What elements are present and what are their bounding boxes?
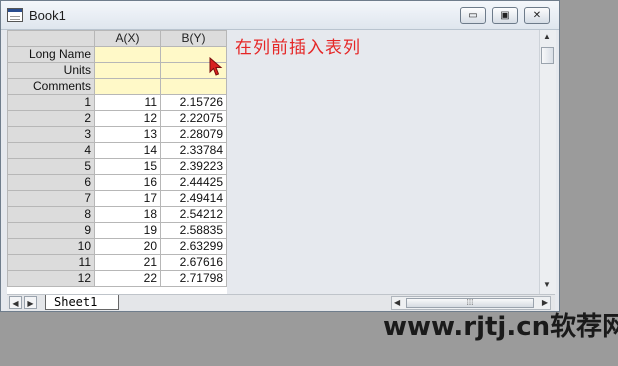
cell-b[interactable]: 2.44425 <box>160 174 227 191</box>
cell-b[interactable]: 2.49414 <box>160 190 227 207</box>
cell-a[interactable]: 19 <box>94 222 161 239</box>
cell-a[interactable]: 14 <box>94 142 161 159</box>
row-header[interactable]: 4 <box>7 142 95 159</box>
cell-a[interactable]: 20 <box>94 238 161 255</box>
meta-row-label[interactable]: Units <box>7 62 95 79</box>
table-row: 12 22 2.71798 <box>7 270 227 287</box>
cell-b[interactable]: 2.71798 <box>160 270 227 287</box>
cell-b[interactable]: 2.67616 <box>160 254 227 271</box>
table-row: 4 14 2.33784 <box>7 142 227 159</box>
meta-row-label[interactable]: Comments <box>7 78 95 95</box>
site-watermark: www.rjtj.cn软荐网 <box>383 312 618 342</box>
cursor-arrow-icon <box>209 57 223 76</box>
cell-a[interactable]: 21 <box>94 254 161 271</box>
table-row: 10 20 2.63299 <box>7 238 227 255</box>
table-row: 2 12 2.22075 <box>7 110 227 127</box>
row-header[interactable]: 3 <box>7 126 95 143</box>
table-row: 1 11 2.15726 <box>7 94 227 111</box>
row-header[interactable]: 8 <box>7 206 95 223</box>
scroll-up-icon[interactable]: ▲ <box>543 32 551 41</box>
table-row: 5 15 2.39223 <box>7 158 227 175</box>
cell-b[interactable]: 2.63299 <box>160 238 227 255</box>
cell-a[interactable]: 11 <box>94 94 161 111</box>
cell-b[interactable]: 2.22075 <box>160 110 227 127</box>
cell-a[interactable]: 12 <box>94 110 161 127</box>
cell-a[interactable]: 18 <box>94 206 161 223</box>
cell-a[interactable]: 15 <box>94 158 161 175</box>
table-row: 3 13 2.28079 <box>7 126 227 143</box>
cell-b[interactable]: 2.33784 <box>160 142 227 159</box>
column-header-a[interactable]: A(X) <box>94 30 161 47</box>
row-header[interactable]: 5 <box>7 158 95 175</box>
cell-b[interactable]: 2.28079 <box>160 126 227 143</box>
minimize-button[interactable]: ▭ <box>460 7 486 24</box>
cell-b[interactable]: 2.15726 <box>160 94 227 111</box>
app-book-icon <box>7 8 23 22</box>
data-table: A(X) B(Y) Long Name Units Comments 1 11 2.… <box>7 30 227 287</box>
workbook-window: Book1 ▭ ▣ ✕ A(X) B(Y) Long Name Units Co… <box>0 0 560 312</box>
scroll-down-icon[interactable]: ▼ <box>543 280 551 289</box>
vertical-scroll-thumb[interactable] <box>541 47 554 64</box>
cell-b[interactable]: 2.54212 <box>160 206 227 223</box>
cell-a[interactable]: 17 <box>94 190 161 207</box>
restore-button[interactable]: ▣ <box>492 7 518 24</box>
row-header[interactable]: 2 <box>7 110 95 127</box>
row-header[interactable]: 7 <box>7 190 95 207</box>
sheet-tab-sheet1[interactable]: Sheet1 <box>45 295 119 310</box>
cell-b[interactable]: 2.58835 <box>160 222 227 239</box>
cell-b[interactable]: 2.39223 <box>160 158 227 175</box>
table-row: 7 17 2.49414 <box>7 190 227 207</box>
meta-cell[interactable] <box>94 62 161 79</box>
row-header[interactable]: 6 <box>7 174 95 191</box>
table-row: 9 19 2.58835 <box>7 222 227 239</box>
worksheet-grid: A(X) B(Y) Long Name Units Comments 1 11 2.… <box>7 30 227 294</box>
nav-right-icon[interactable]: ▶ <box>24 296 37 309</box>
meta-row-label[interactable]: Long Name <box>7 46 95 63</box>
row-header[interactable]: 9 <box>7 222 95 239</box>
nav-left-icon[interactable]: ◀ <box>9 296 22 309</box>
cell-a[interactable]: 22 <box>94 270 161 287</box>
meta-cell[interactable] <box>94 78 161 95</box>
meta-cell[interactable] <box>94 46 161 63</box>
table-row: 11 21 2.67616 <box>7 254 227 271</box>
cell-a[interactable]: 13 <box>94 126 161 143</box>
vertical-scrollbar[interactable]: ▲ ▼ <box>539 30 556 294</box>
table-row: 8 18 2.54212 <box>7 206 227 223</box>
annotation-text: 在列前插入表列 <box>235 38 361 58</box>
title-bar[interactable]: Book1 ▭ ▣ ✕ <box>1 1 559 30</box>
table-row: 6 16 2.44425 <box>7 174 227 191</box>
cell-a[interactable]: 16 <box>94 174 161 191</box>
close-button[interactable]: ✕ <box>524 7 550 24</box>
corner-cell[interactable] <box>7 30 95 47</box>
column-header-b[interactable]: B(Y) <box>160 30 227 47</box>
row-header[interactable]: 1 <box>7 94 95 111</box>
window-title: Book1 <box>29 8 66 23</box>
row-header[interactable]: 12 <box>7 270 95 287</box>
row-header[interactable]: 10 <box>7 238 95 255</box>
row-header[interactable]: 11 <box>7 254 95 271</box>
meta-cell[interactable] <box>160 78 227 95</box>
